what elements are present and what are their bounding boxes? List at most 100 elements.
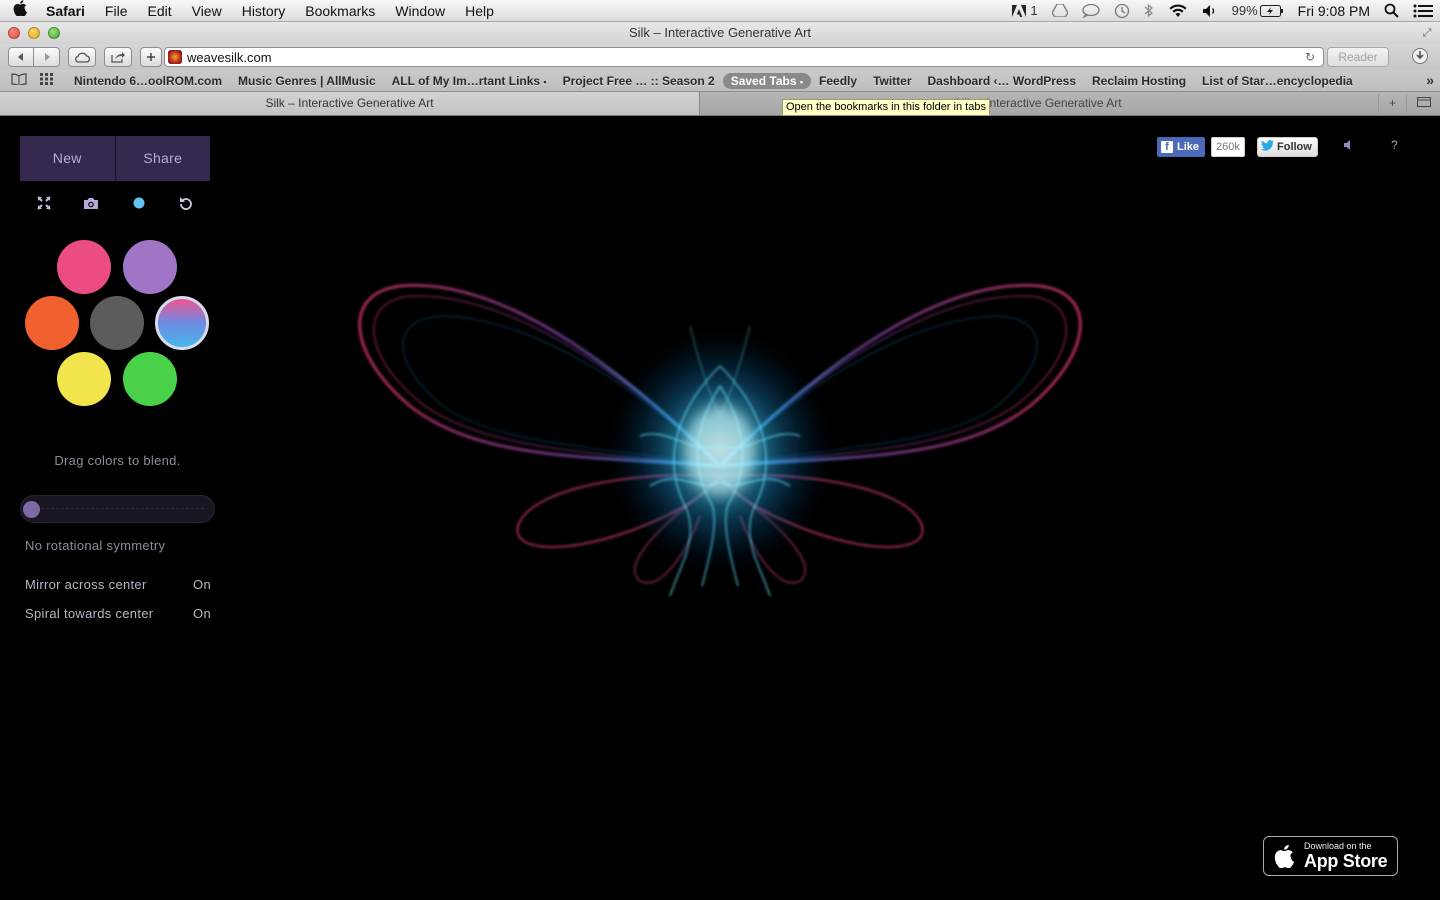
tab-view-button[interactable]: [1406, 94, 1440, 113]
forward-button[interactable]: [34, 47, 60, 67]
color-swatch-gray[interactable]: [90, 296, 144, 350]
bookmark-twitter[interactable]: Twitter: [865, 74, 919, 88]
forward-arrow-icon: [44, 53, 50, 61]
messages-icon[interactable]: [1075, 3, 1107, 18]
bookmark-music-genres[interactable]: Music Genres | AllMusic: [230, 74, 384, 88]
color-swatch-purple[interactable]: [123, 240, 177, 294]
fullscreen-icon[interactable]: [32, 191, 56, 215]
more-bookmarks-chevron-icon[interactable]: »: [1426, 72, 1434, 88]
camera-icon[interactable]: [79, 191, 103, 215]
bookmark-folder-tooltip: Open the bookmarks in this folder in tab…: [782, 99, 990, 116]
color-swatch-orange[interactable]: [25, 296, 79, 350]
tab-title: Silk – Interactive Generative Art: [265, 96, 434, 110]
menu-help[interactable]: Help: [455, 0, 504, 22]
back-button[interactable]: [8, 47, 34, 67]
window-title-bar: Silk – Interactive Generative Art ⤢: [0, 22, 1440, 44]
mirror-toggle[interactable]: Mirror across center On: [25, 577, 211, 592]
minimize-window-button[interactable]: [28, 27, 40, 39]
spiral-value[interactable]: On: [193, 606, 211, 621]
back-arrow-icon: [18, 53, 23, 61]
silk-artwork-canvas[interactable]: [340, 266, 1100, 626]
downloads-button[interactable]: [1410, 47, 1432, 67]
facebook-like-button[interactable]: f Like: [1157, 137, 1206, 157]
slider-knob[interactable]: [23, 501, 40, 518]
enter-fullscreen-icon[interactable]: ⤢: [1420, 26, 1434, 40]
add-bookmark-button[interactable]: [140, 47, 162, 67]
browser-toolbar: weavesilk.com ↻ Reader: [0, 44, 1440, 70]
color-swatch-blend-selected[interactable]: [155, 296, 209, 350]
share-art-button[interactable]: Share: [114, 136, 210, 181]
symmetry-slider[interactable]: [20, 495, 215, 523]
slider-track: [31, 508, 204, 510]
spiral-label: Spiral towards center: [25, 606, 154, 621]
folder-icon: ▪: [799, 76, 804, 87]
twitter-bird-icon: [1261, 140, 1274, 154]
adobe-status[interactable]: 1: [1005, 3, 1044, 18]
bookmark-list-of-star[interactable]: List of Star…encyclopedia: [1194, 74, 1361, 88]
notification-center-icon[interactable]: [1406, 4, 1440, 18]
clock[interactable]: Fri 9:08 PM: [1291, 3, 1377, 19]
menu-window[interactable]: Window: [385, 0, 455, 22]
time-machine-icon[interactable]: [1107, 3, 1137, 19]
facebook-like-widget: f Like 260k: [1157, 137, 1245, 157]
volume-icon[interactable]: [1195, 4, 1225, 18]
drive-icon[interactable]: [1045, 4, 1075, 17]
zoom-window-button[interactable]: [48, 27, 60, 39]
address-bar[interactable]: weavesilk.com ↻: [164, 47, 1324, 67]
app-store-badge[interactable]: Download on the App Store: [1263, 836, 1398, 876]
menu-safari[interactable]: Safari: [40, 0, 95, 22]
apple-logo-icon: [1264, 844, 1304, 868]
menu-view[interactable]: View: [182, 0, 232, 22]
downloads-icon: [1412, 48, 1428, 64]
share-button[interactable]: [104, 47, 132, 67]
battery-status[interactable]: 99%: [1225, 3, 1291, 18]
icloud-tabs-button[interactable]: [68, 47, 96, 67]
new-tab-button[interactable]: +: [1378, 94, 1406, 113]
app-store-small-text: Download on the: [1304, 841, 1372, 851]
action-buttons: New Share: [20, 136, 210, 181]
silk-controls-panel: New Share Drag colors to blend. No rotat…: [20, 136, 220, 621]
symmetry-label: No rotational symmetry: [25, 538, 166, 553]
bookmark-saved-tabs[interactable]: Saved Tabs ▪: [722, 72, 812, 89]
close-window-button[interactable]: [8, 27, 20, 39]
color-dot-icon[interactable]: [127, 191, 151, 215]
bluetooth-icon[interactable]: [1137, 3, 1161, 18]
color-swatch-yellow[interactable]: [57, 352, 111, 406]
reload-icon[interactable]: ↻: [1305, 50, 1315, 64]
battery-percent: 99%: [1231, 3, 1258, 18]
tab-silk-active[interactable]: Silk – Interactive Generative Art: [0, 92, 700, 115]
wifi-icon[interactable]: [1161, 3, 1195, 18]
bookmark-reclaim-hosting[interactable]: Reclaim Hosting: [1084, 74, 1194, 88]
menu-bar: Safari File Edit View History Bookmarks …: [0, 0, 1440, 22]
tab-view-icon: [1416, 97, 1431, 107]
spiral-toggle[interactable]: Spiral towards center On: [25, 606, 211, 621]
folder-icon: ▪: [543, 76, 547, 87]
speaker-icon[interactable]: [1342, 138, 1360, 156]
mirror-label: Mirror across center: [25, 577, 147, 592]
bookmark-nintendo[interactable]: Nintendo 6…oolROM.com: [66, 74, 230, 88]
color-swatch-green[interactable]: [123, 352, 177, 406]
bookmark-feedly[interactable]: Feedly: [811, 74, 865, 88]
apple-icon[interactable]: [0, 0, 40, 21]
bookmark-project-free[interactable]: Project Free … :: Season 2: [555, 74, 723, 88]
bookmark-saved-tabs-label: Saved Tabs: [730, 73, 797, 88]
top-sites-icon[interactable]: [38, 73, 56, 88]
twitter-follow-button[interactable]: Follow: [1257, 137, 1318, 157]
follow-label: Follow: [1277, 141, 1312, 153]
reader-button[interactable]: Reader: [1327, 47, 1389, 67]
tab-bar: Silk – Interactive Generative Art Silk –…: [0, 92, 1440, 116]
color-swatch-pink[interactable]: [57, 240, 111, 294]
help-button[interactable]: ?: [1391, 138, 1398, 152]
bookmark-dashboard-wordpress[interactable]: Dashboard ‹… WordPress: [920, 74, 1084, 88]
mirror-value[interactable]: On: [193, 577, 211, 592]
bookmark-important-links[interactable]: ALL of My Im…rtant Links ▪: [384, 74, 555, 88]
facebook-icon: f: [1161, 141, 1173, 153]
menu-bookmarks[interactable]: Bookmarks: [295, 0, 385, 22]
menu-history[interactable]: History: [232, 0, 296, 22]
undo-icon[interactable]: [174, 191, 198, 215]
menu-edit[interactable]: Edit: [137, 0, 181, 22]
reading-list-icon[interactable]: [10, 73, 28, 88]
spotlight-icon[interactable]: [1377, 3, 1406, 18]
new-button[interactable]: New: [20, 136, 115, 181]
menu-file[interactable]: File: [95, 0, 138, 22]
